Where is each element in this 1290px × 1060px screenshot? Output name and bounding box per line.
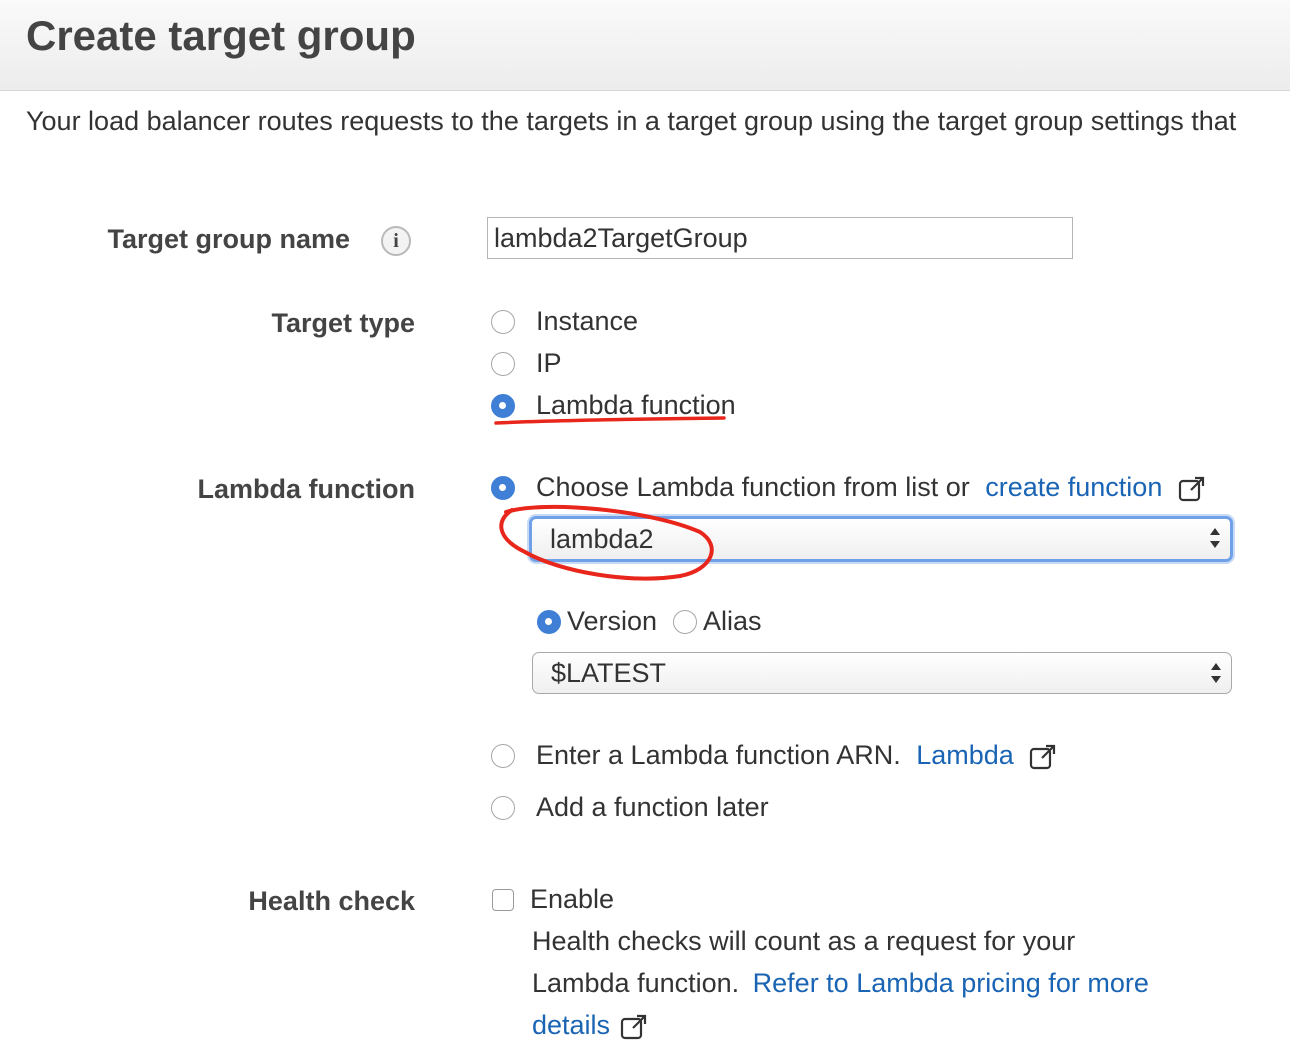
enter-arn-label[interactable]: Enter a Lambda function ARN. bbox=[536, 740, 901, 770]
info-icon[interactable]: i bbox=[381, 226, 411, 256]
lambda-function-select[interactable]: lambda2 bbox=[529, 516, 1233, 562]
target-type-ip-label[interactable]: IP bbox=[536, 348, 562, 379]
target-type-instance-label[interactable]: Instance bbox=[536, 306, 638, 337]
lambda-pricing-link-details[interactable]: details bbox=[532, 1010, 610, 1040]
version-radio[interactable] bbox=[537, 610, 561, 634]
choose-from-list-radio[interactable] bbox=[491, 476, 515, 500]
health-check-note-line1: Health checks will count as a request fo… bbox=[532, 926, 1076, 956]
select-arrows-icon bbox=[1211, 663, 1221, 683]
add-later-label[interactable]: Add a function later bbox=[536, 792, 769, 823]
target-type-lambda-radio[interactable] bbox=[491, 394, 515, 418]
version-select[interactable]: $LATEST bbox=[532, 652, 1232, 694]
add-later-radio[interactable] bbox=[491, 796, 515, 820]
health-check-enable-label[interactable]: Enable bbox=[530, 884, 614, 915]
page-header: Create target group bbox=[0, 0, 1290, 91]
lambda-pricing-link[interactable]: Refer to Lambda pricing for more bbox=[753, 968, 1149, 998]
external-link-icon bbox=[1178, 476, 1204, 501]
target-group-name-input[interactable] bbox=[487, 217, 1073, 259]
enter-arn-row: Enter a Lambda function ARN. Lambda bbox=[536, 740, 1057, 771]
health-check-note-line3: details bbox=[532, 1010, 648, 1041]
choose-from-list-row: Choose Lambda function from list or crea… bbox=[536, 472, 1206, 503]
version-label[interactable]: Version bbox=[567, 606, 657, 637]
external-link-icon bbox=[1030, 744, 1056, 769]
target-group-name-label: Target group name bbox=[107, 224, 350, 254]
alias-radio[interactable] bbox=[673, 610, 697, 634]
create-function-link[interactable]: create function bbox=[985, 472, 1162, 502]
target-type-label: Target type bbox=[271, 308, 415, 338]
external-link-icon bbox=[620, 1014, 646, 1039]
lambda-console-link[interactable]: Lambda bbox=[916, 740, 1014, 770]
page-title: Create target group bbox=[26, 12, 416, 59]
page-description: Your load balancer routes requests to th… bbox=[26, 106, 1237, 136]
target-type-ip-radio[interactable] bbox=[491, 352, 515, 376]
enter-arn-radio[interactable] bbox=[491, 744, 515, 768]
health-check-label: Health check bbox=[248, 886, 415, 916]
target-type-lambda-label[interactable]: Lambda function bbox=[536, 390, 736, 421]
health-check-enable-checkbox[interactable] bbox=[492, 889, 514, 911]
lambda-function-label: Lambda function bbox=[197, 474, 416, 504]
select-arrows-icon bbox=[1210, 528, 1220, 548]
choose-from-list-label[interactable]: Choose Lambda function from list or bbox=[536, 472, 970, 502]
health-check-note-line2: Lambda function. Refer to Lambda pricing… bbox=[532, 968, 1149, 999]
target-type-instance-radio[interactable] bbox=[491, 310, 515, 334]
lambda-function-select-value: lambda2 bbox=[550, 524, 654, 554]
alias-label[interactable]: Alias bbox=[703, 606, 762, 637]
health-check-note-text: Lambda function. bbox=[532, 968, 740, 998]
version-select-value: $LATEST bbox=[551, 658, 667, 688]
